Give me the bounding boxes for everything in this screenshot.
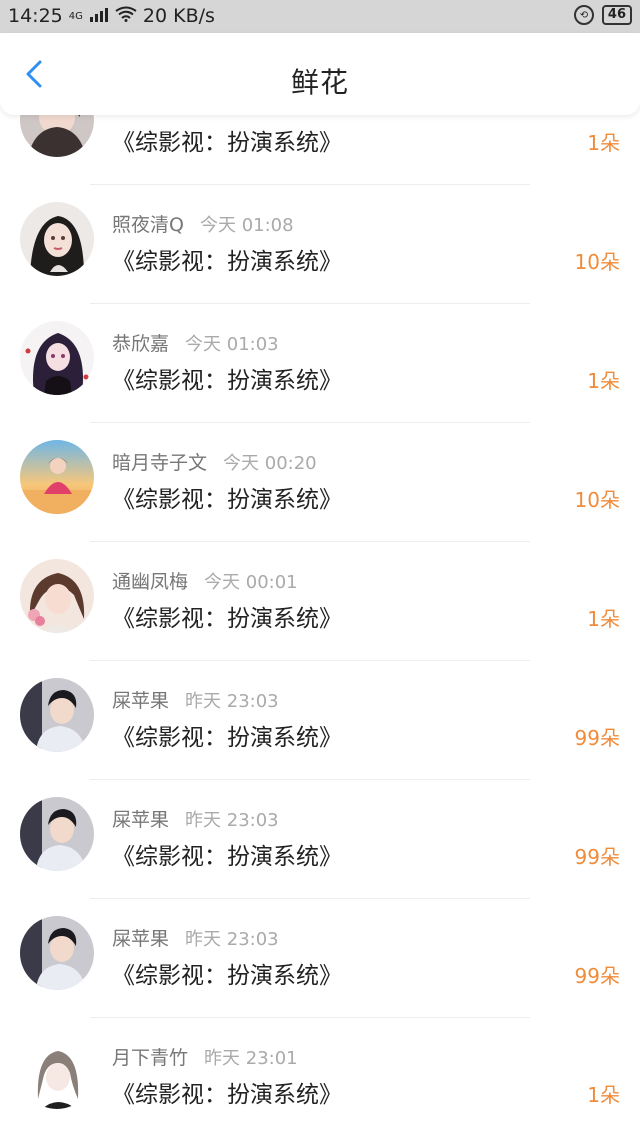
clock: 14:25 <box>8 5 63 27</box>
username[interactable]: 屎苹果 <box>112 924 169 951</box>
avatar[interactable] <box>20 321 94 395</box>
username[interactable]: 照夜清Q <box>112 210 184 237</box>
list-item[interactable]: 恭欣嘉 今天 01:03 《综影视：扮演系统》 1朵 <box>0 303 640 422</box>
status-left: 14:25 4G 20 KB/s <box>8 5 215 27</box>
item-title: 《综影视：扮演系统》 <box>112 725 342 751</box>
list-item[interactable]: 屎苹果 昨天 23:03 《综影视：扮演系统》 99朵 <box>0 898 640 1017</box>
battery-level: 46 <box>601 5 632 25</box>
item-meta: 通幽凤梅 今天 00:01 <box>112 567 298 594</box>
item-title: 《综影视：扮演系统》 <box>112 130 342 156</box>
timestamp: 昨天 23:03 <box>185 690 279 712</box>
timestamp: 今天 01:08 <box>199 214 294 236</box>
avatar[interactable] <box>20 678 94 752</box>
item-title: 《综影视：扮演系统》 <box>112 963 342 989</box>
divider <box>90 660 530 661</box>
divider <box>90 1017 530 1018</box>
divider <box>90 898 530 899</box>
avatar[interactable] <box>20 440 94 514</box>
divider <box>90 779 530 780</box>
item-title: 《综影视：扮演系统》 <box>112 1082 342 1108</box>
username[interactable]: 通幽凤梅 <box>112 567 188 594</box>
nav-bar: 鲜花 <box>0 33 640 115</box>
divider <box>90 422 530 423</box>
avatar[interactable] <box>20 797 94 871</box>
divider <box>90 184 530 185</box>
timestamp: 昨天 23:03 <box>185 928 279 950</box>
item-title: 《综影视：扮演系统》 <box>112 368 342 394</box>
flower-amount: 99朵 <box>574 845 620 869</box>
item-meta: 恭欣嘉 今天 01:03 <box>112 329 279 356</box>
username[interactable]: 屎苹果 <box>112 805 169 832</box>
list-item[interactable]: 暗月寺子文 今天 00:20 《综影视：扮演系统》 10朵 <box>0 422 640 541</box>
list-item[interactable]: 屎苹果 昨天 23:03 《综影视：扮演系统》 99朵 <box>0 660 640 779</box>
avatar[interactable] <box>20 202 94 276</box>
item-meta: 屎苹果 昨天 23:03 <box>112 686 279 713</box>
list-item[interactable]: 通幽凤梅 今天 00:01 《综影视：扮演系统》 1朵 <box>0 541 640 660</box>
item-title: 《综影视：扮演系统》 <box>112 844 342 870</box>
flower-amount: 1朵 <box>587 1083 620 1107</box>
avatar[interactable] <box>20 559 94 633</box>
divider <box>90 541 530 542</box>
flower-amount: 99朵 <box>574 964 620 988</box>
list-item[interactable]: 月下青竹 昨天 23:01 《综影视：扮演系统》 1朵 <box>0 1017 640 1136</box>
divider <box>90 303 530 304</box>
rotation-lock-icon: ⟲ <box>573 5 594 25</box>
avatar[interactable] <box>20 1035 94 1109</box>
timestamp: 今天 00:20 <box>223 452 317 474</box>
item-title: 《综影视：扮演系统》 <box>112 487 342 513</box>
timestamp: 今天 01:03 <box>185 333 279 355</box>
flower-amount: 1朵 <box>587 369 620 393</box>
flower-amount: 10朵 <box>574 250 620 274</box>
timestamp: 今天 00:01 <box>204 571 298 593</box>
flower-amount: 1朵 <box>587 131 620 155</box>
item-meta: 照夜清Q 今天 01:08 <box>112 210 294 237</box>
item-meta: 屎苹果 昨天 23:03 <box>112 924 279 951</box>
flower-amount: 10朵 <box>574 488 620 512</box>
network-speed: 20 KB/s <box>142 5 215 27</box>
item-title: 《综影视：扮演系统》 <box>112 606 342 632</box>
avatar[interactable] <box>20 916 94 990</box>
item-meta: 暗月寺子文 今天 00:20 <box>112 448 317 475</box>
username[interactable]: 恭欣嘉 <box>112 329 169 356</box>
status-right: ⟲ 46 <box>573 5 632 25</box>
network-label: 4G <box>68 10 83 22</box>
status-bar: 14:25 4G 20 KB/s ⟲ 46 <box>0 0 640 33</box>
flower-amount: 1朵 <box>587 607 620 631</box>
item-meta: 月下青竹 昨天 23:01 <box>112 1043 298 1070</box>
flower-amount: 99朵 <box>574 726 620 750</box>
list-item[interactable]: 照夜清Q 今天 01:08 《综影视：扮演系统》 10朵 <box>0 184 640 303</box>
wifi-icon <box>115 5 137 27</box>
flower-list[interactable]: 《综影视：扮演系统》 1朵 照夜清Q 今天 01:08 《综影视：扮演系统》 1… <box>0 0 640 1138</box>
item-title: 《综影视：扮演系统》 <box>112 249 342 275</box>
timestamp: 昨天 23:01 <box>204 1047 298 1069</box>
page-title: 鲜花 <box>290 66 349 99</box>
username[interactable]: 暗月寺子文 <box>112 448 207 475</box>
username[interactable]: 屎苹果 <box>112 686 169 713</box>
list-item[interactable]: 屎苹果 昨天 23:03 《综影视：扮演系统》 99朵 <box>0 779 640 898</box>
item-meta: 屎苹果 昨天 23:03 <box>112 805 279 832</box>
timestamp: 昨天 23:03 <box>185 809 279 831</box>
signal-icon <box>89 5 109 27</box>
username[interactable]: 月下青竹 <box>112 1043 188 1070</box>
